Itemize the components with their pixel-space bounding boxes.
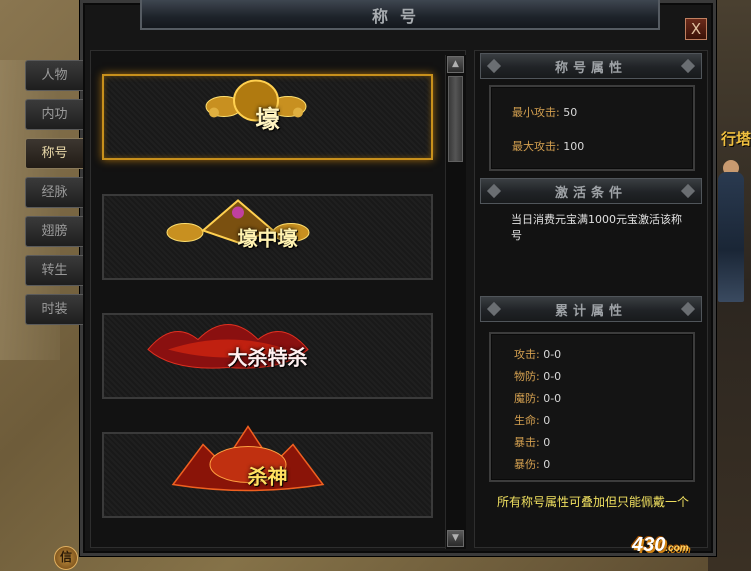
title-attributes-header: 称号属性 [480, 53, 702, 79]
title-emblem-da-sha-te-sha: 大杀特杀 [146, 324, 309, 371]
scene-tower-label: 行塔 [721, 130, 751, 148]
npc-character[interactable] [718, 172, 744, 302]
title-item-da-sha-te-sha[interactable]: 大杀特杀 [102, 313, 433, 399]
max-attack-row: 最大攻击: 100 [512, 138, 584, 154]
title-item-sha-shen[interactable]: 杀神 [102, 425, 433, 518]
tab-rebirth[interactable]: 转生 [25, 255, 83, 286]
max-attack-label: 最大攻击: [512, 140, 560, 153]
window-titlebar: 称号 [140, 0, 660, 30]
section-title: 累计属性 [554, 304, 627, 319]
scroll-up-button[interactable]: ▲ [447, 56, 464, 73]
activation-condition-text: 当日消费元宝满1000元宝激活该称号 [511, 213, 682, 242]
stat-value: 0 [543, 458, 551, 471]
watermark-suffix: .com [665, 543, 689, 554]
title-name: 壕 [255, 104, 280, 134]
title-item-hao[interactable]: 壕 [102, 74, 433, 160]
stat-value: 0 [543, 414, 551, 427]
min-attack-value: 50 [563, 106, 578, 119]
min-attack-row: 最小攻击: 50 [512, 104, 577, 120]
stat-label: 攻击: [514, 348, 540, 361]
cumulative-attributes-header: 累计属性 [480, 296, 702, 322]
title-name: 大杀特杀 [227, 345, 308, 370]
title-emblem-hao-zhong-hao: 壕中壕 [166, 199, 309, 252]
window-title: 称号 [371, 7, 428, 26]
stat-row-attack: 攻击: 0-0 [514, 346, 561, 362]
section-title: 激活条件 [554, 186, 627, 201]
stat-value: 0 [543, 436, 551, 449]
activation-header: 激活条件 [480, 178, 702, 204]
scroll-thumb[interactable] [448, 76, 463, 162]
tab-inner-skill[interactable]: 内功 [25, 99, 83, 130]
scroll-down-button[interactable]: ▼ [447, 530, 464, 547]
stat-value: 0-0 [543, 370, 562, 383]
tab-character[interactable]: 人物 [25, 60, 83, 91]
stat-row-magic-def: 魔防: 0-0 [514, 390, 561, 406]
max-attack-value: 100 [563, 140, 585, 153]
title-emblem-hao: 壕 [205, 79, 306, 135]
tab-wings[interactable]: 翅膀 [25, 216, 83, 247]
stat-value: 0-0 [543, 348, 562, 361]
watermark-main: 430 [632, 534, 666, 556]
stat-label: 暴击: [514, 436, 540, 449]
title-name: 壕中壕 [237, 226, 298, 251]
stat-label: 魔防: [514, 392, 540, 405]
stat-label: 生命: [514, 414, 540, 427]
close-button[interactable]: X [685, 18, 707, 40]
message-button[interactable]: 信 [54, 546, 78, 570]
title-emblem-sha-shen: 杀神 [171, 425, 324, 492]
stat-row-hp: 生命: 0 [514, 412, 550, 428]
site-watermark: 430.com [632, 534, 689, 557]
stat-row-phys-def: 物防: 0-0 [514, 368, 561, 384]
stat-value: 0-0 [543, 392, 562, 405]
stat-label: 物防: [514, 370, 540, 383]
stacking-note: 所有称号属性可叠加但只能佩戴一个 [496, 495, 689, 509]
min-attack-label: 最小攻击: [512, 106, 560, 119]
stat-row-crit: 暴击: 0 [514, 434, 550, 450]
tab-meridians[interactable]: 经脉 [25, 177, 83, 208]
title-attributes-box [489, 85, 695, 171]
tab-fashion[interactable]: 时装 [25, 294, 83, 325]
section-title: 称号属性 [554, 61, 627, 76]
title-item-hao-zhong-hao[interactable]: 壕中壕 [102, 194, 433, 280]
stat-row-crit-damage: 暴伤: 0 [514, 456, 550, 472]
title-name: 杀神 [247, 464, 288, 489]
stat-label: 暴伤: [514, 458, 540, 471]
tab-titles[interactable]: 称号 [25, 138, 83, 169]
